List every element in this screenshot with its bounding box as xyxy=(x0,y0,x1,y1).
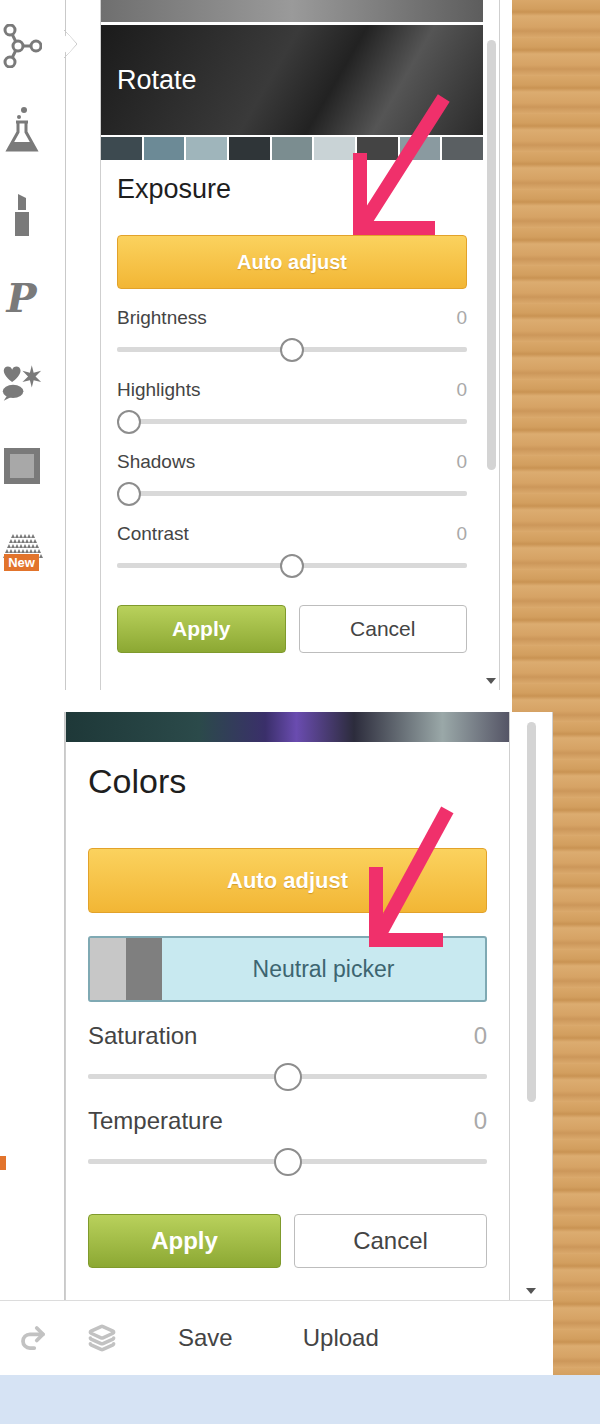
slider-row: Contrast 0 xyxy=(117,523,467,595)
scroll-down-icon[interactable] xyxy=(486,678,496,684)
apply-button[interactable]: Apply xyxy=(117,605,286,653)
slider-label: Brightness xyxy=(117,307,207,329)
swatch-dark xyxy=(126,938,162,1000)
upload-button[interactable]: Upload xyxy=(283,1324,399,1352)
tool-sidebar-cut xyxy=(0,712,65,1300)
slider-label: Highlights xyxy=(117,379,200,401)
slider-thumb[interactable] xyxy=(274,1148,302,1176)
auto-adjust-button[interactable]: Auto adjust xyxy=(88,848,487,913)
top-section: P New Rotate Exposure Auto adjust Brightness 0… xyxy=(0,0,600,690)
photo-strip xyxy=(101,0,483,22)
neutral-picker-label: Neutral picker xyxy=(162,938,485,1000)
section-title: Exposure xyxy=(117,174,467,205)
slider-track[interactable] xyxy=(88,1074,487,1079)
slider-track[interactable] xyxy=(117,563,467,568)
exposure-panel: RotateExposureAuto adjustBrightness0High… xyxy=(100,0,500,690)
slider-value: 0 xyxy=(456,451,467,473)
tool-item[interactable] xyxy=(0,4,65,88)
slider-label: Shadows xyxy=(117,451,195,473)
button-row: Apply Cancel xyxy=(117,605,467,653)
slider-row: Highlights 0 xyxy=(117,379,467,451)
save-button[interactable]: Save xyxy=(158,1324,253,1352)
slider-thumb[interactable] xyxy=(117,482,141,506)
swatch-light xyxy=(90,938,126,1000)
overlays-icon xyxy=(0,362,43,402)
slider-label: Saturation xyxy=(88,1022,197,1050)
slider-thumb[interactable] xyxy=(280,554,304,578)
colors-panel: Colors Auto adjust Neutral picker Saturatio… xyxy=(65,712,553,1300)
lipstick-icon xyxy=(10,190,34,238)
tool-item[interactable] xyxy=(0,172,65,256)
tool-item[interactable] xyxy=(0,340,65,424)
basic-edits-icon xyxy=(2,24,42,68)
bottom-bar: Save Upload xyxy=(0,1300,553,1375)
layers-icon[interactable] xyxy=(88,1324,128,1352)
arrow-icon xyxy=(360,104,440,228)
slider-value: 0 xyxy=(474,1022,487,1050)
textures-tool: New xyxy=(0,530,45,571)
tool-item[interactable] xyxy=(0,88,65,172)
new-badge: New xyxy=(4,554,39,571)
bottom-bar-row: Save Upload xyxy=(0,1300,600,1375)
rotate-tile[interactable]: Rotate xyxy=(101,25,483,135)
scrollbar[interactable] xyxy=(510,712,552,1300)
rotate-label: Rotate xyxy=(117,65,197,96)
slider-thumb[interactable] xyxy=(280,338,304,362)
slider-track[interactable] xyxy=(88,1159,487,1164)
neutral-picker-button[interactable]: Neutral picker xyxy=(88,936,487,1002)
redo-icon[interactable] xyxy=(18,1323,58,1353)
flask-icon xyxy=(2,106,42,154)
slider-track[interactable] xyxy=(117,419,467,424)
slider-row: Shadows 0 xyxy=(117,451,467,523)
slider-track[interactable] xyxy=(117,347,467,352)
apply-button[interactable]: Apply xyxy=(88,1214,281,1268)
tool-item[interactable]: New xyxy=(0,508,65,592)
cancel-button[interactable]: Cancel xyxy=(299,605,468,653)
scroll-down-icon[interactable] xyxy=(526,1288,536,1294)
photo-editor-screenshot: P New Rotate Exposure Auto adjust Brightness 0… xyxy=(0,0,600,1424)
slider-value: 0 xyxy=(456,379,467,401)
annotation-arrows xyxy=(0,0,600,1424)
slider-thumb[interactable] xyxy=(274,1063,302,1091)
button-row: ApplyCancel xyxy=(88,1214,487,1268)
slider-value: 0 xyxy=(456,523,467,545)
badge-fragment xyxy=(0,1156,6,1170)
bottom-section: Colors Auto adjust Neutral picker Saturatio… xyxy=(0,712,600,1300)
scrollbar[interactable] xyxy=(483,0,499,690)
slider-row: Saturation 0 xyxy=(88,1022,487,1107)
frame-icon xyxy=(3,447,41,485)
slider-label: Temperature xyxy=(88,1107,223,1135)
tool-item[interactable]: P xyxy=(0,256,65,340)
tool-item[interactable] xyxy=(0,424,65,508)
page-footer xyxy=(0,1375,600,1424)
tool-sidebar: P New xyxy=(0,0,66,690)
slider-value: 0 xyxy=(456,307,467,329)
arrow-icon xyxy=(376,816,444,940)
photo-strip xyxy=(66,712,509,742)
thumbnail-strip xyxy=(101,137,483,160)
slider-row: Brightness 0 xyxy=(117,307,467,379)
slider-track[interactable] xyxy=(117,491,467,496)
slider-value: 0 xyxy=(474,1107,487,1135)
section-title: Colors xyxy=(88,762,487,801)
separator xyxy=(0,690,600,712)
text-tool-icon: P xyxy=(6,278,36,318)
auto-adjust-button[interactable]: Auto adjust xyxy=(117,235,467,289)
slider-thumb[interactable] xyxy=(117,410,141,434)
cancel-button[interactable]: Cancel xyxy=(294,1214,487,1268)
slider-label: Contrast xyxy=(117,523,189,545)
slider-row: Temperature 0 xyxy=(88,1107,487,1192)
